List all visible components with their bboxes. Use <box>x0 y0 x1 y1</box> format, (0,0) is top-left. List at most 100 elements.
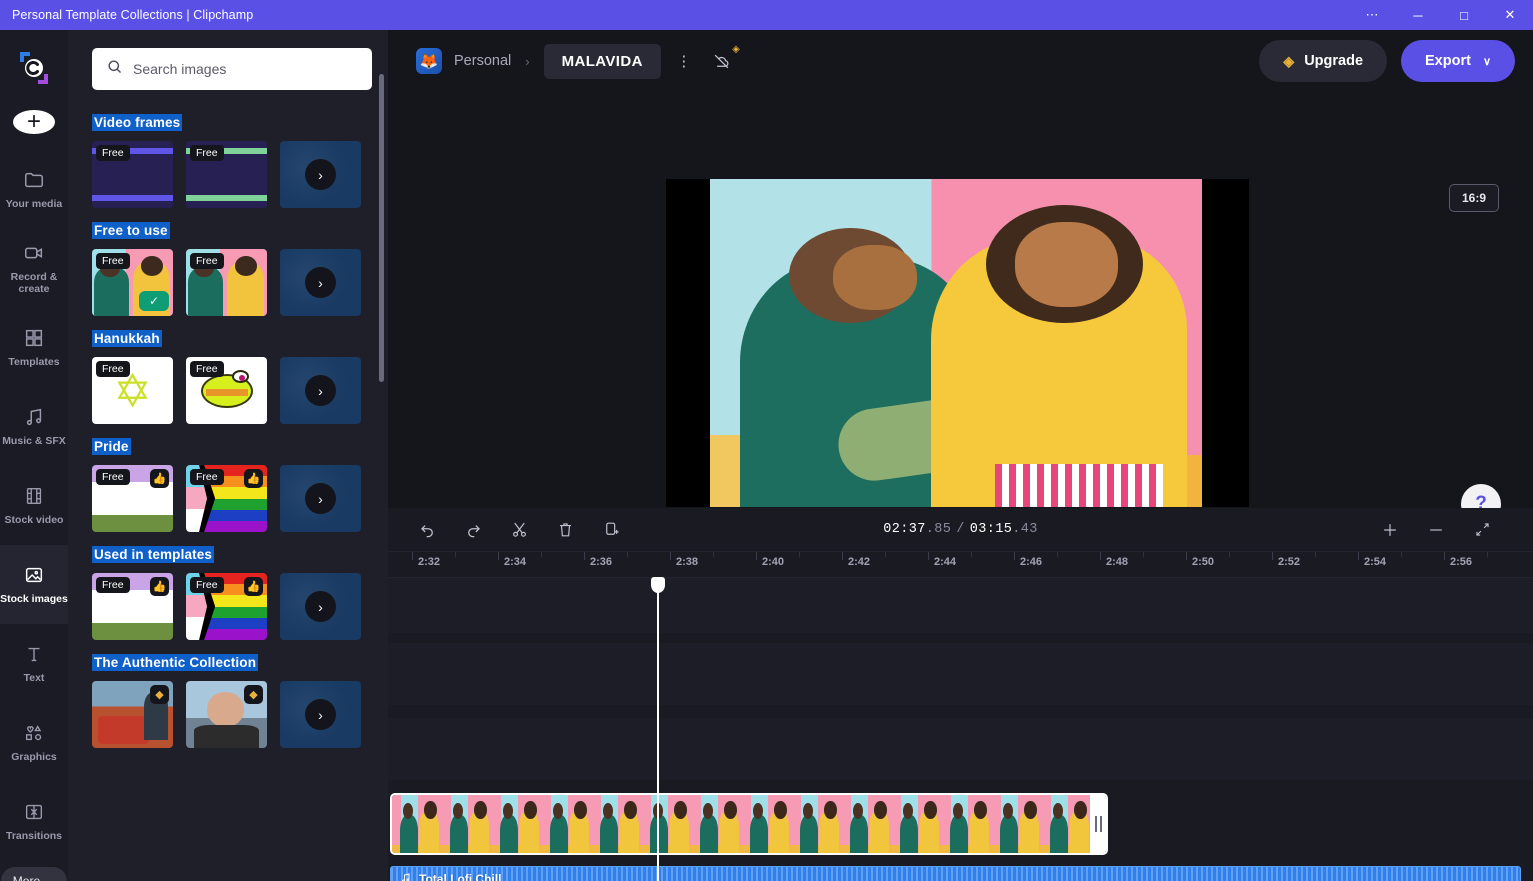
window-maximize-button[interactable]: □ <box>1441 0 1487 30</box>
see-more-button[interactable]: › <box>280 465 361 532</box>
category-title: The Authentic Collection <box>92 654 259 671</box>
see-more-button[interactable]: › <box>280 681 361 748</box>
stock-thumbnail[interactable]: ✡ Free <box>92 357 173 424</box>
see-more-button[interactable]: › <box>280 573 361 640</box>
category-used-in-templates: Used in templates Free 👍 Free 👍 › <box>68 546 388 640</box>
ruler-tick-label: 2:38 <box>676 556 699 568</box>
timeline-ruler[interactable]: 2:32 2:34 2:36 2:38 2:40 2:42 2:44 2:46 … <box>388 552 1533 578</box>
stock-thumbnail[interactable]: Free 👍 <box>92 573 173 640</box>
sidebar-item-label: Record & create <box>10 271 58 295</box>
see-more-button[interactable]: › <box>280 141 361 208</box>
audio-clip-title: Total Lofi Chill <box>419 872 502 881</box>
preview-area: 16:9 ? 5 5 <box>388 92 1533 580</box>
undo-button[interactable] <box>410 515 444 545</box>
thumbs-up-icon: 👍 <box>150 577 169 596</box>
sidebar-item-label: Your media <box>5 198 63 210</box>
breadcrumb-workspace[interactable]: Personal <box>454 53 511 69</box>
preview-stage: 🦊 Personal › MALAVIDA ⋮ ◈ ◈ Upgrade Expo… <box>388 30 1533 580</box>
stock-thumbnail[interactable]: Free <box>186 357 267 424</box>
sidebar-item-label: Templates <box>8 356 60 368</box>
stock-images-panel: Video frames Free Free › Free to use <box>68 30 388 881</box>
clip-trim-handle-right[interactable] <box>1090 795 1106 853</box>
upgrade-label: Upgrade <box>1304 53 1364 69</box>
sidebar-item-record-create[interactable]: Record & create <box>0 229 68 308</box>
see-more-button[interactable]: › <box>280 249 361 316</box>
search-input[interactable] <box>133 61 358 77</box>
sidebar-item-transitions[interactable]: Transitions <box>0 782 68 861</box>
gem-icon: ◈ <box>1283 52 1295 69</box>
stock-thumbnail[interactable]: ◆ <box>186 681 267 748</box>
sidebar-item-stock-video[interactable]: Stock video <box>0 466 68 545</box>
aspect-ratio-button[interactable]: 16:9 <box>1448 184 1499 212</box>
ruler-tick-label: 2:52 <box>1278 556 1301 568</box>
playhead[interactable] <box>651 577 665 881</box>
more-button[interactable]: More ⌄ <box>0 867 68 881</box>
sidebar-item-your-media[interactable]: Your media <box>0 150 68 229</box>
chevron-right-icon: › <box>305 159 336 190</box>
search-icon <box>106 58 123 80</box>
video-clip[interactable] <box>390 793 1108 855</box>
redo-button[interactable] <box>456 515 490 545</box>
duplicate-button[interactable] <box>594 515 628 545</box>
stock-thumbnail[interactable]: Free 👍 <box>92 465 173 532</box>
split-button[interactable] <box>502 515 536 545</box>
panel-scrollbar[interactable] <box>379 74 384 382</box>
stock-thumbnail[interactable]: Free ✓ <box>92 249 173 316</box>
export-button[interactable]: Export ∨ <box>1401 40 1515 82</box>
stock-thumbnail[interactable]: Free 👍 <box>186 465 267 532</box>
see-more-button[interactable]: › <box>280 357 361 424</box>
project-topbar: 🦊 Personal › MALAVIDA ⋮ ◈ ◈ Upgrade Expo… <box>388 30 1533 92</box>
stock-thumbnail[interactable]: Free <box>186 141 267 208</box>
window-more-button[interactable]: ⋯ <box>1349 0 1395 30</box>
zoom-in-button[interactable] <box>1373 515 1407 545</box>
current-time: 02:37 <box>883 522 926 537</box>
fit-to-screen-button[interactable] <box>1465 515 1499 545</box>
sidebar-item-text[interactable]: Text <box>0 624 68 703</box>
category-title: Pride <box>92 438 131 455</box>
text-icon <box>23 643 45 665</box>
left-rail: + Your media Record & create Templates M… <box>0 30 68 881</box>
free-badge: Free <box>190 253 224 269</box>
premium-badge-icon: ◈ <box>732 44 740 55</box>
window-close-button[interactable]: ✕ <box>1487 0 1533 30</box>
project-name-field[interactable]: MALAVIDA <box>543 43 661 79</box>
timecode-display: 02:37.85 / 03:15.43 <box>883 522 1038 537</box>
audio-waveform <box>391 867 1520 881</box>
stock-thumbnail[interactable]: ◆ <box>92 681 173 748</box>
free-badge: Free <box>96 577 130 593</box>
timeline-toolbar: 02:37.85 / 03:15.43 <box>388 508 1533 552</box>
category-title: Hanukkah <box>92 330 162 347</box>
stock-thumbnail[interactable]: Free <box>92 141 173 208</box>
stock-thumbnail[interactable]: Free 👍 <box>186 573 267 640</box>
search-area <box>68 30 388 100</box>
timeline-tracks[interactable]: Total Lofi Chill <box>388 577 1533 881</box>
ruler-tick-label: 2:40 <box>762 556 785 568</box>
video-preview[interactable] <box>666 179 1249 507</box>
add-button[interactable]: + <box>13 110 55 134</box>
playhead-knob[interactable] <box>651 577 665 593</box>
ruler-tick-label: 2:34 <box>504 556 527 568</box>
cloud-off-icon[interactable]: ◈ <box>707 44 740 76</box>
sidebar-item-templates[interactable]: Templates <box>0 308 68 387</box>
search-box[interactable] <box>92 48 372 90</box>
ruler-tick-label: 2:48 <box>1106 556 1129 568</box>
selected-check-icon: ✓ <box>139 291 169 311</box>
upgrade-button[interactable]: ◈ Upgrade <box>1259 40 1388 82</box>
window-minimize-button[interactable]: ─ <box>1395 0 1441 30</box>
sidebar-item-graphics[interactable]: Graphics <box>0 703 68 782</box>
more-label: More <box>12 874 41 881</box>
delete-button[interactable] <box>548 515 582 545</box>
category-pride: Pride Free 👍 Free 👍 › <box>68 438 388 532</box>
project-menu-button[interactable]: ⋮ <box>669 46 699 76</box>
free-badge: Free <box>190 361 224 377</box>
zoom-out-button[interactable] <box>1419 515 1453 545</box>
sidebar-item-stock-images[interactable]: Stock images <box>0 545 68 624</box>
category-title: Free to use <box>92 222 170 239</box>
stock-thumbnail[interactable]: Free <box>186 249 267 316</box>
folder-icon <box>23 169 45 191</box>
audio-clip[interactable]: Total Lofi Chill <box>390 866 1521 881</box>
category-title: Video frames <box>92 114 183 131</box>
filmstrip-thumbnails <box>392 795 1106 853</box>
thumb-row: Free 👍 Free 👍 › <box>92 465 372 532</box>
sidebar-item-music-sfx[interactable]: Music & SFX <box>0 387 68 466</box>
